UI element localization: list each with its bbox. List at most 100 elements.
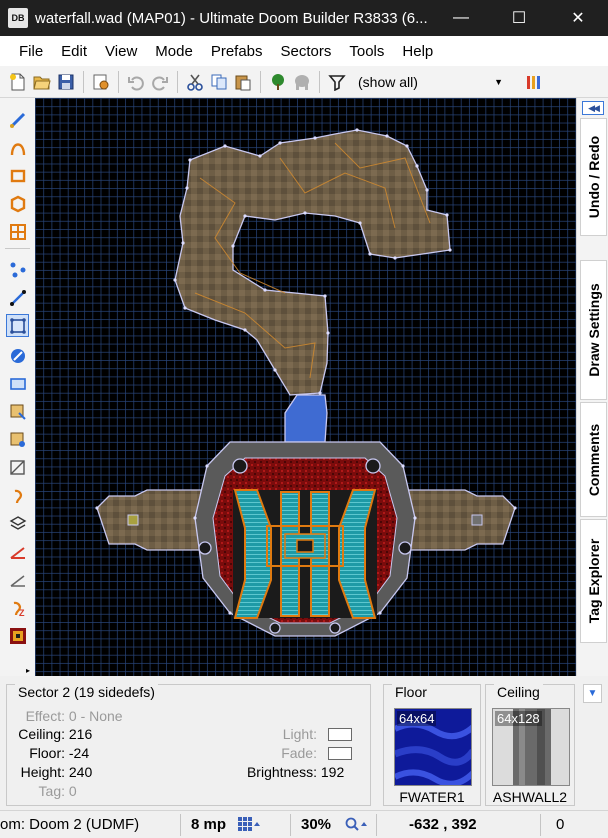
tab-comments-label: Comments xyxy=(585,423,602,496)
waterfall-pool xyxy=(233,489,377,619)
menu-sectors[interactable]: Sectors xyxy=(272,43,341,60)
tab-draw-settings[interactable]: Draw Settings xyxy=(580,260,607,400)
window-title: waterfall.wad (MAP01) - Ultimate Doom Bu… xyxy=(35,9,428,27)
floor-label: Floor: xyxy=(29,745,65,761)
status-separator xyxy=(376,814,377,836)
copy-icon[interactable] xyxy=(207,70,230,93)
toolbar-separator xyxy=(118,70,119,93)
sectors-mode-icon[interactable] xyxy=(6,314,29,337)
tab-tag-explorer[interactable]: Tag Explorer xyxy=(580,519,607,643)
brightness-value: 192 xyxy=(320,764,345,780)
sector-info-group: Sector 2 (19 sidedefs) Effect: 0 - None … xyxy=(6,684,371,806)
brightness-label: Brightness: xyxy=(246,764,317,780)
floor-value: -24 xyxy=(68,745,90,761)
save-map-icon[interactable] xyxy=(54,70,77,93)
doom-builder-window: DB waterfall.wad (MAP01) - Ultimate Doom… xyxy=(0,0,608,838)
make-doors-icon[interactable]: Z xyxy=(6,596,29,619)
sound-propagation-icon[interactable] xyxy=(6,484,29,507)
tag-value: 0 xyxy=(68,783,77,799)
edit-modes-toolbox: Z ▸ xyxy=(0,98,35,678)
slope-angle-icon[interactable] xyxy=(6,540,29,563)
corridor-sector xyxy=(174,129,451,396)
undo-icon[interactable] xyxy=(124,70,147,93)
open-map-icon[interactable] xyxy=(30,70,53,93)
light-color-swatch xyxy=(328,728,352,741)
visual-mode-icon[interactable] xyxy=(6,372,29,395)
menu-tools[interactable]: Tools xyxy=(340,43,393,60)
tab-undo-redo[interactable]: Undo / Redo xyxy=(580,118,607,236)
slope-line-icon[interactable] xyxy=(6,568,29,591)
things-filter-value: (show all) xyxy=(358,73,418,90)
minimize-button[interactable]: — xyxy=(438,0,484,36)
menu-help[interactable]: Help xyxy=(393,43,442,60)
chevron-down-icon: ▼ xyxy=(587,688,598,699)
menu-file[interactable]: File xyxy=(10,43,52,60)
draw-rectangle-icon[interactable] xyxy=(6,164,29,187)
ceiling-texture-size: 64x128 xyxy=(495,711,542,726)
toolbar-separator xyxy=(319,70,320,93)
fade-color-swatch xyxy=(328,747,352,760)
toolbar-separator xyxy=(83,70,84,93)
texture-browser-icon[interactable] xyxy=(6,624,29,647)
things-filter-dropdown[interactable]: (show all) ▼ xyxy=(353,71,508,93)
cut-icon[interactable] xyxy=(183,70,206,93)
close-button[interactable]: ✕ xyxy=(555,0,601,36)
paste-icon[interactable] xyxy=(231,70,254,93)
menu-prefabs[interactable]: Prefabs xyxy=(202,43,272,60)
tag-label: Tag: xyxy=(38,783,65,799)
tab-comments[interactable]: Comments xyxy=(580,402,607,517)
draw-lines-icon[interactable] xyxy=(6,108,29,131)
things-tree-icon[interactable] xyxy=(266,70,289,93)
light-label: Light: xyxy=(282,726,317,742)
new-map-icon[interactable] xyxy=(6,70,29,93)
edit-sectors-icon[interactable] xyxy=(6,428,29,451)
ceiling-texture-title: Ceiling xyxy=(494,684,543,700)
status-separator xyxy=(290,814,291,836)
draw-ellipse-icon[interactable] xyxy=(6,192,29,215)
things-mode-icon[interactable] xyxy=(6,344,29,367)
edit-linedefs-icon[interactable] xyxy=(6,456,29,479)
right-docker: ◀◀ Undo / Redo Draw Settings Comments Ta… xyxy=(576,98,608,676)
toolbox-expand-icon[interactable]: ▸ xyxy=(26,666,30,675)
redo-icon[interactable] xyxy=(148,70,171,93)
menu-mode[interactable]: Mode xyxy=(146,43,202,60)
make-sector-icon[interactable] xyxy=(6,400,29,423)
layers-icon[interactable] xyxy=(6,512,29,535)
game-config-label: om: Doom 2 (UDMF) xyxy=(0,816,140,833)
docker-collapse-icon[interactable]: ◀◀ xyxy=(582,101,604,115)
things-monster-icon[interactable] xyxy=(290,70,313,93)
fade-label: Fade: xyxy=(281,745,317,761)
effect-label: Effect: xyxy=(25,708,65,724)
chevron-down-icon: ▼ xyxy=(494,76,503,87)
maximize-button[interactable]: ☐ xyxy=(496,0,542,36)
draw-curve-icon[interactable] xyxy=(6,136,29,159)
grid-settings-icon[interactable] xyxy=(238,817,260,837)
linedefs-mode-icon[interactable] xyxy=(6,286,29,309)
floor-texture-title: Floor xyxy=(392,684,430,700)
effect-value: 0 - None xyxy=(68,708,123,724)
draw-grid-icon[interactable] xyxy=(6,220,29,243)
status-separator xyxy=(540,814,541,836)
cursor-coordinates: -632 , 392 xyxy=(409,816,477,833)
status-separator xyxy=(180,814,181,836)
filter-icon[interactable] xyxy=(325,70,348,93)
floor-texture-group: Floor 64x64 FWATER1 xyxy=(383,684,481,806)
map-canvas[interactable] xyxy=(35,98,576,676)
info-panel-toggle-button[interactable]: ▼ xyxy=(583,684,602,703)
zoom-magnifier-icon[interactable] xyxy=(345,817,367,837)
toolbar-separator xyxy=(177,70,178,93)
app-logo: DB xyxy=(8,8,28,28)
height-value: 240 xyxy=(68,764,93,780)
tab-draw-settings-label: Draw Settings xyxy=(585,283,602,377)
floor-texture-size: 64x64 xyxy=(397,711,437,726)
vertices-mode-icon[interactable] xyxy=(6,258,29,281)
ceiling-texture-name: ASHWALL2 xyxy=(492,789,568,805)
status-bar: om: Doom 2 (UDMF) 8 mp 30% -632 , 392 0 xyxy=(0,810,608,838)
main-toolbar: (show all) ▼ xyxy=(0,66,608,98)
floor-texture-preview[interactable]: 64x64 xyxy=(394,708,472,786)
map-options-icon[interactable] xyxy=(89,70,112,93)
test-map-icon[interactable] xyxy=(522,70,545,93)
menu-edit[interactable]: Edit xyxy=(52,43,96,60)
ceiling-texture-preview[interactable]: 64x128 xyxy=(492,708,570,786)
menu-view[interactable]: View xyxy=(96,43,146,60)
